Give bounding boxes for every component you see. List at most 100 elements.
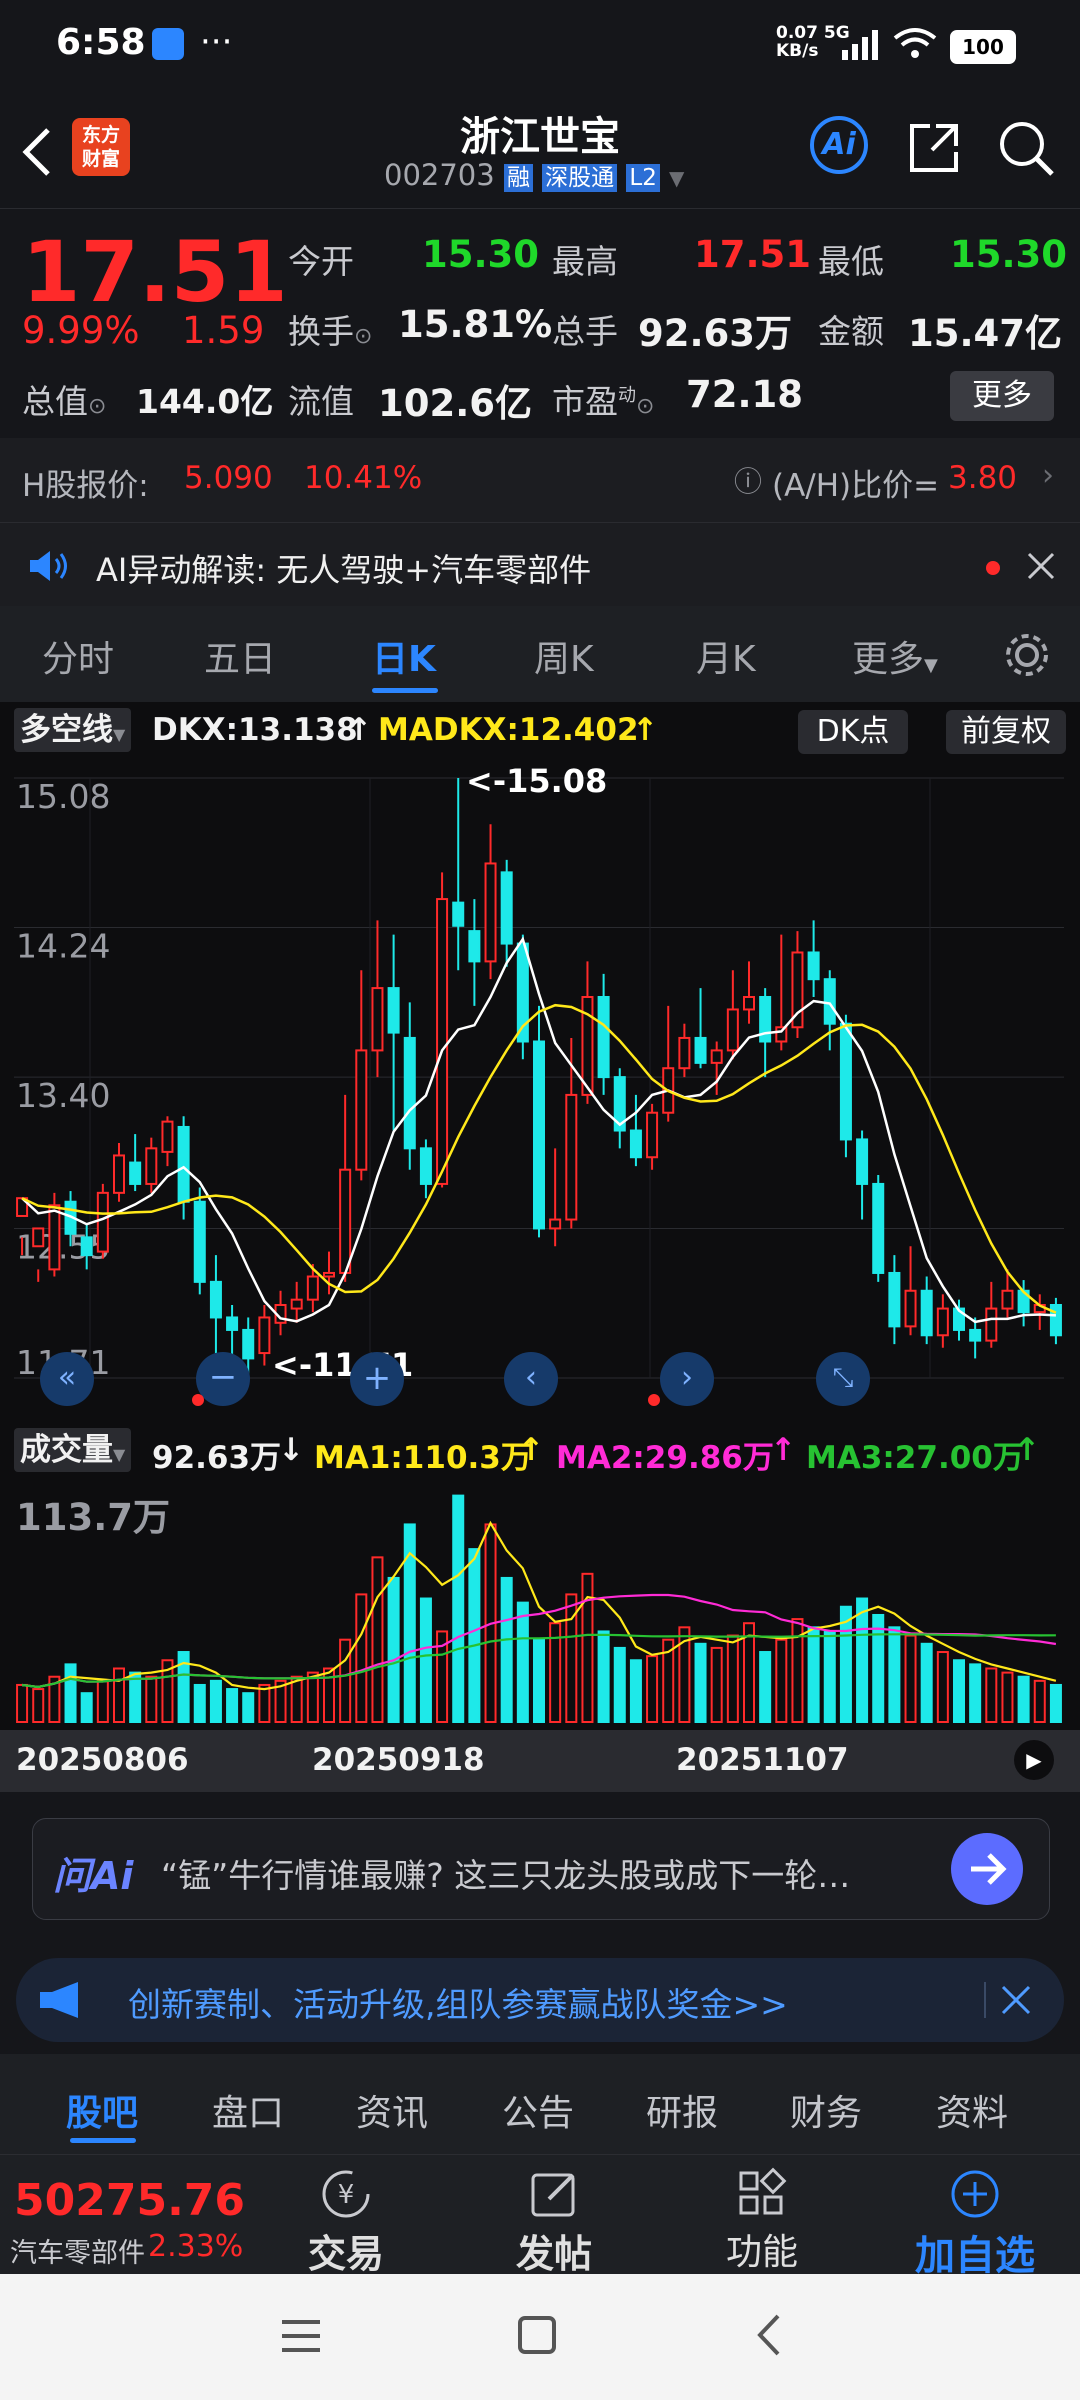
functions-button[interactable]: 功能	[712, 2155, 812, 2275]
add-watchlist-button[interactable]: 加自选	[900, 2155, 1050, 2279]
sector-pct: 2.33%	[148, 2229, 244, 2264]
candle-body	[145, 1147, 158, 1185]
share-icon[interactable]	[906, 118, 964, 176]
high-value: 17.51	[694, 233, 812, 276]
scroll-left-button[interactable]: «	[40, 1352, 94, 1406]
info-icon: ⊙	[354, 324, 373, 349]
candle-body	[839, 1022, 852, 1141]
mktcap-label: 总值⊙	[22, 375, 106, 423]
volume-indicator-select[interactable]: 成交量▼	[14, 1428, 132, 1472]
plus-circle-icon	[951, 2170, 999, 2218]
candle-body	[161, 1120, 174, 1153]
candle-body	[904, 1289, 917, 1328]
candle-body	[549, 1218, 562, 1230]
sector-index-value: 50275.76	[14, 2175, 246, 2226]
banner-text: 创新赛制、活动升级,组队参赛赢战队奖金>>	[128, 1985, 788, 2024]
tab-announcements[interactable]: 公告	[502, 2084, 574, 2136]
ask-ai-bar[interactable]: 问Ai “锰”牛行情谁最赚? 这三只龙头股或成下一轮…	[32, 1818, 1050, 1920]
dk-point-button[interactable]: DK点	[798, 710, 908, 754]
signal-dot	[648, 1394, 660, 1406]
quote-panel: 17.51 9.99% 1.59 总值⊙ 144.0亿 今开 15.30 最高 …	[0, 208, 1080, 439]
candlestick-chart[interactable]: 15.0814.2413.4012.5511.71<-15.08<-11.71	[0, 758, 1080, 1408]
tab-more[interactable]: 更多▼	[852, 630, 938, 682]
tab-weekly-k[interactable]: 周K	[534, 630, 594, 682]
candle-body	[468, 930, 481, 963]
amount-label: 金额	[818, 312, 884, 351]
arrow-right-button[interactable]	[951, 1833, 1023, 1905]
dkx-arrow-up-icon: ↑	[346, 712, 372, 748]
gear-icon[interactable]	[1002, 630, 1052, 680]
promo-banner[interactable]: 创新赛制、活动升级,组队参赛赢战队奖金>>	[16, 1958, 1064, 2042]
volume-bar	[920, 1642, 933, 1723]
high-label: 最高	[552, 242, 618, 281]
status-bar: 6:58 ··· 0.07 5G KB/s 100	[0, 0, 1080, 90]
float-label: 流值	[288, 382, 354, 421]
candle-body	[419, 1147, 432, 1185]
prev-button[interactable]: ‹	[504, 1352, 558, 1406]
tab-profile[interactable]: 资料	[936, 2084, 1008, 2136]
madkx-value: MADKX:12.402	[378, 712, 639, 748]
help-icon[interactable]: ⓘ	[734, 460, 762, 500]
volume-bar	[613, 1646, 626, 1723]
tab-intraday[interactable]: 分时	[42, 630, 114, 682]
active-tab-underline	[372, 688, 438, 693]
tab-research[interactable]: 研报	[646, 2084, 718, 2136]
play-button[interactable]: ▶	[1014, 1740, 1054, 1780]
volume-bar	[532, 1638, 546, 1723]
hshare-row[interactable]: H股报价: 5.090 10.41% ⓘ (A/H)比价= 3.80 ›	[0, 438, 1080, 522]
tab-more-label: 更多	[852, 639, 925, 680]
tab-news[interactable]: 资讯	[356, 2084, 428, 2136]
home-icon[interactable]	[516, 2314, 558, 2356]
back-nav-icon[interactable]	[754, 2312, 784, 2358]
mktcap-value: 144.0亿	[136, 382, 274, 421]
candle-body	[646, 1111, 659, 1159]
volume-chart[interactable]: 113.7万	[0, 1478, 1080, 1728]
zoom-in-button[interactable]: +	[350, 1352, 404, 1406]
candle-body	[807, 951, 820, 981]
tab-daily-k[interactable]: 日K	[372, 630, 436, 682]
more-button[interactable]: 更多	[950, 371, 1054, 421]
tab-financials[interactable]: 财务	[790, 2084, 862, 2136]
indicator-select[interactable]: 多空线▼	[14, 708, 132, 752]
close-icon[interactable]	[1026, 551, 1056, 581]
volume-bar	[856, 1597, 869, 1723]
dropdown-icon: ▼	[669, 166, 685, 190]
candle-body	[209, 1280, 222, 1319]
candle-body	[290, 1298, 303, 1310]
zoom-out-button[interactable]: −	[196, 1352, 250, 1406]
ma2-arrow-up-icon: ↑	[770, 1432, 796, 1468]
post-button[interactable]: 发帖	[504, 2155, 604, 2276]
tab-orderbook[interactable]: 盘口	[212, 2084, 284, 2136]
candle-body	[355, 1049, 368, 1171]
pe-superscript: 动	[618, 385, 636, 406]
ma3-arrow-up-icon: ↑	[1014, 1432, 1040, 1468]
net-unit: KB/s	[776, 41, 819, 61]
volume-bar	[419, 1597, 432, 1723]
stock-code-row[interactable]: 002703 融 深股通 L2 ▼	[384, 158, 684, 192]
ai-button[interactable]: Ai	[810, 116, 868, 174]
tab-five-day[interactable]: 五日	[204, 630, 276, 682]
candle-body	[872, 1182, 885, 1274]
adjust-price-button[interactable]: 前复权	[946, 710, 1066, 754]
tag-rong: 融	[503, 164, 533, 192]
candle-body	[112, 1154, 126, 1194]
trade-button[interactable]: ¥ 交易	[296, 2155, 396, 2276]
volume-bar	[16, 1683, 29, 1723]
tab-monthly-k[interactable]: 月K	[696, 630, 756, 682]
post-label: 发帖	[515, 2232, 592, 2276]
search-icon[interactable]	[996, 118, 1056, 178]
low-label: 最低	[818, 242, 884, 281]
ma1-value: MA1:110.3万	[314, 1440, 532, 1476]
tab-forum[interactable]: 股吧	[66, 2084, 138, 2136]
volume-bar	[646, 1655, 659, 1724]
candle-body	[322, 1271, 336, 1278]
candle-body	[32, 1227, 45, 1248]
candle-body	[629, 1129, 642, 1159]
sector-index[interactable]: 50275.76 汽车零部件 2.33%	[0, 2155, 260, 2275]
close-icon[interactable]	[1000, 1984, 1032, 2016]
menu-icon[interactable]	[278, 2316, 324, 2356]
next-button[interactable]: ›	[660, 1352, 714, 1406]
ai-notice-bar[interactable]: AI异动解读: 无人驾驶+汽车零部件	[0, 522, 1080, 607]
fullscreen-button[interactable]: ⤡	[816, 1352, 870, 1406]
action-bar: 50275.76 汽车零部件 2.33% ¥ 交易 发帖 功能 加自选	[0, 2154, 1080, 2279]
